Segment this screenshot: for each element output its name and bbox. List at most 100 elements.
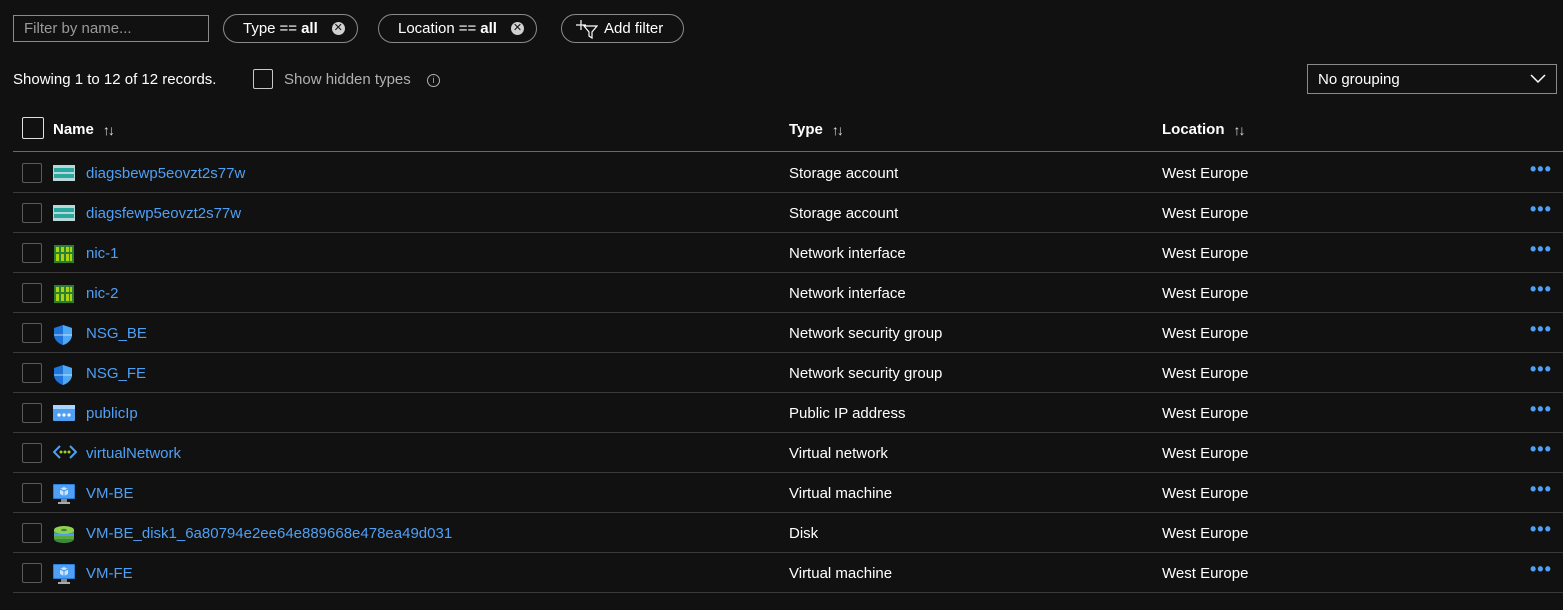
- clear-type-filter-icon[interactable]: ✕: [331, 22, 345, 35]
- chevron-down-icon: [1530, 74, 1546, 84]
- row-checkbox[interactable]: [22, 323, 42, 343]
- storage-account-icon: [53, 204, 75, 222]
- grouping-selected: No grouping: [1318, 70, 1400, 88]
- row-checkbox[interactable]: [22, 483, 42, 503]
- resource-type: Network interface: [789, 285, 906, 302]
- info-icon[interactable]: i: [427, 74, 440, 87]
- row-checkbox[interactable]: [22, 243, 42, 263]
- resource-name-link[interactable]: nic-2: [86, 285, 119, 302]
- resource-type: Network interface: [789, 245, 906, 262]
- virtual-network-icon: [52, 444, 78, 462]
- resource-type: Virtual machine: [789, 565, 893, 582]
- column-header-type-label: Type: [789, 121, 823, 138]
- resource-name-link[interactable]: diagsfewp5eovzt2s77w: [86, 205, 241, 222]
- type-filter-operator: ==: [279, 20, 298, 37]
- resource-name-link[interactable]: VM-BE_disk1_6a80794e2ee64e889668e478ea49…: [86, 525, 452, 542]
- header-divider: [13, 151, 1563, 152]
- resource-type: Disk: [789, 525, 819, 542]
- resource-type: Storage account: [789, 165, 899, 182]
- resource-location: West Europe: [1162, 205, 1249, 222]
- sort-icon[interactable]: ↑↓: [832, 122, 844, 138]
- resource-location: West Europe: [1162, 565, 1249, 582]
- resource-name-link[interactable]: diagsbewp5eovzt2s77w: [86, 165, 245, 182]
- row-checkbox[interactable]: [22, 203, 42, 223]
- more-options-icon[interactable]: •••: [1530, 199, 1552, 220]
- public-ip-icon: [53, 404, 75, 422]
- table-row[interactable]: NSG_FE Network security group West Europe •…: [13, 353, 1563, 393]
- select-all-checkbox[interactable]: [22, 117, 44, 139]
- resource-name-link[interactable]: VM-BE: [86, 485, 134, 502]
- show-hidden-types-label: Show hidden types: [284, 71, 411, 88]
- table-row[interactable]: virtualNetwork Virtual network West Europe…: [13, 433, 1563, 473]
- resource-type: Network security group: [789, 325, 943, 342]
- resource-location: West Europe: [1162, 245, 1249, 262]
- sort-icon[interactable]: ↑↓: [103, 122, 115, 138]
- more-options-icon[interactable]: •••: [1530, 239, 1552, 260]
- location-filter-operator: ==: [458, 20, 477, 37]
- more-options-icon[interactable]: •••: [1530, 439, 1552, 460]
- resource-location: West Europe: [1162, 525, 1249, 542]
- more-options-icon[interactable]: •••: [1530, 319, 1552, 340]
- resource-type: Network security group: [789, 365, 943, 382]
- more-options-icon[interactable]: •••: [1530, 399, 1552, 420]
- row-checkbox[interactable]: [22, 163, 42, 183]
- column-header-location[interactable]: Location ↑↓: [1162, 121, 1246, 138]
- table-row[interactable]: nic-2 Network interface West Europe •••: [13, 273, 1563, 313]
- location-filter-pill[interactable]: Location == all ✕: [378, 14, 537, 43]
- resource-type: Storage account: [789, 205, 899, 222]
- resource-location: West Europe: [1162, 405, 1249, 422]
- table-row[interactable]: NSG_BE Network security group West Europe •…: [13, 313, 1563, 353]
- resource-name-link[interactable]: publicIp: [86, 405, 138, 422]
- column-header-name-label: Name: [53, 121, 94, 138]
- add-filter-icon: [576, 19, 598, 39]
- location-filter-field: Location: [398, 20, 455, 37]
- resource-name-link[interactable]: virtualNetwork: [86, 445, 181, 462]
- resource-type: Virtual machine: [789, 485, 893, 502]
- resource-location: West Europe: [1162, 285, 1249, 302]
- resource-name-link[interactable]: nic-1: [86, 245, 119, 262]
- table-row[interactable]: diagsbewp5eovzt2s77w Storage account West …: [13, 153, 1563, 193]
- virtual-machine-icon: [53, 484, 75, 504]
- column-header-name[interactable]: Name ↑↓: [53, 121, 115, 138]
- records-count: Showing 1 to 12 of 12 records.: [13, 71, 217, 88]
- table-row[interactable]: VM-BE Virtual machine West Europe •••: [13, 473, 1563, 513]
- grouping-dropdown[interactable]: No grouping: [1307, 64, 1557, 94]
- more-options-icon[interactable]: •••: [1530, 559, 1552, 580]
- row-checkbox[interactable]: [22, 403, 42, 423]
- more-options-icon[interactable]: •••: [1530, 519, 1552, 540]
- table-row[interactable]: diagsfewp5eovzt2s77w Storage account West …: [13, 193, 1563, 233]
- sort-icon[interactable]: ↑↓: [1234, 122, 1246, 138]
- more-options-icon[interactable]: •••: [1530, 479, 1552, 500]
- resource-name-link[interactable]: NSG_BE: [86, 325, 147, 342]
- resource-location: West Europe: [1162, 445, 1249, 462]
- table-row[interactable]: publicIp Public IP address West Europe •••: [13, 393, 1563, 433]
- row-checkbox[interactable]: [22, 523, 42, 543]
- show-hidden-types-checkbox[interactable]: [253, 69, 273, 89]
- add-filter-label: Add filter: [604, 20, 664, 37]
- table-row[interactable]: nic-1 Network interface West Europe •••: [13, 233, 1563, 273]
- row-checkbox[interactable]: [22, 283, 42, 303]
- add-filter-button[interactable]: Add filter: [561, 14, 685, 43]
- resource-name-link[interactable]: NSG_FE: [86, 365, 146, 382]
- row-checkbox[interactable]: [22, 563, 42, 583]
- table-row[interactable]: VM-FE Virtual machine West Europe •••: [13, 553, 1563, 593]
- column-header-type[interactable]: Type ↑↓: [789, 121, 844, 138]
- network-interface-icon: [53, 244, 75, 263]
- row-checkbox[interactable]: [22, 363, 42, 383]
- shield-icon: [53, 324, 75, 345]
- location-filter-value: all: [480, 20, 497, 37]
- resource-name-link[interactable]: VM-FE: [86, 565, 133, 582]
- table-row[interactable]: VM-BE_disk1_6a80794e2ee64e889668e478ea49…: [13, 513, 1563, 553]
- column-header-location-label: Location: [1162, 121, 1225, 138]
- row-checkbox[interactable]: [22, 443, 42, 463]
- type-filter-pill[interactable]: Type == all ✕: [223, 14, 358, 43]
- resource-location: West Europe: [1162, 165, 1249, 182]
- more-options-icon[interactable]: •••: [1530, 359, 1552, 380]
- storage-account-icon: [53, 164, 75, 182]
- resource-location: West Europe: [1162, 325, 1249, 342]
- more-options-icon[interactable]: •••: [1530, 159, 1552, 180]
- resource-type: Virtual network: [789, 445, 888, 462]
- more-options-icon[interactable]: •••: [1530, 279, 1552, 300]
- clear-location-filter-icon[interactable]: ✕: [510, 22, 524, 35]
- filter-by-name-input[interactable]: [13, 15, 209, 42]
